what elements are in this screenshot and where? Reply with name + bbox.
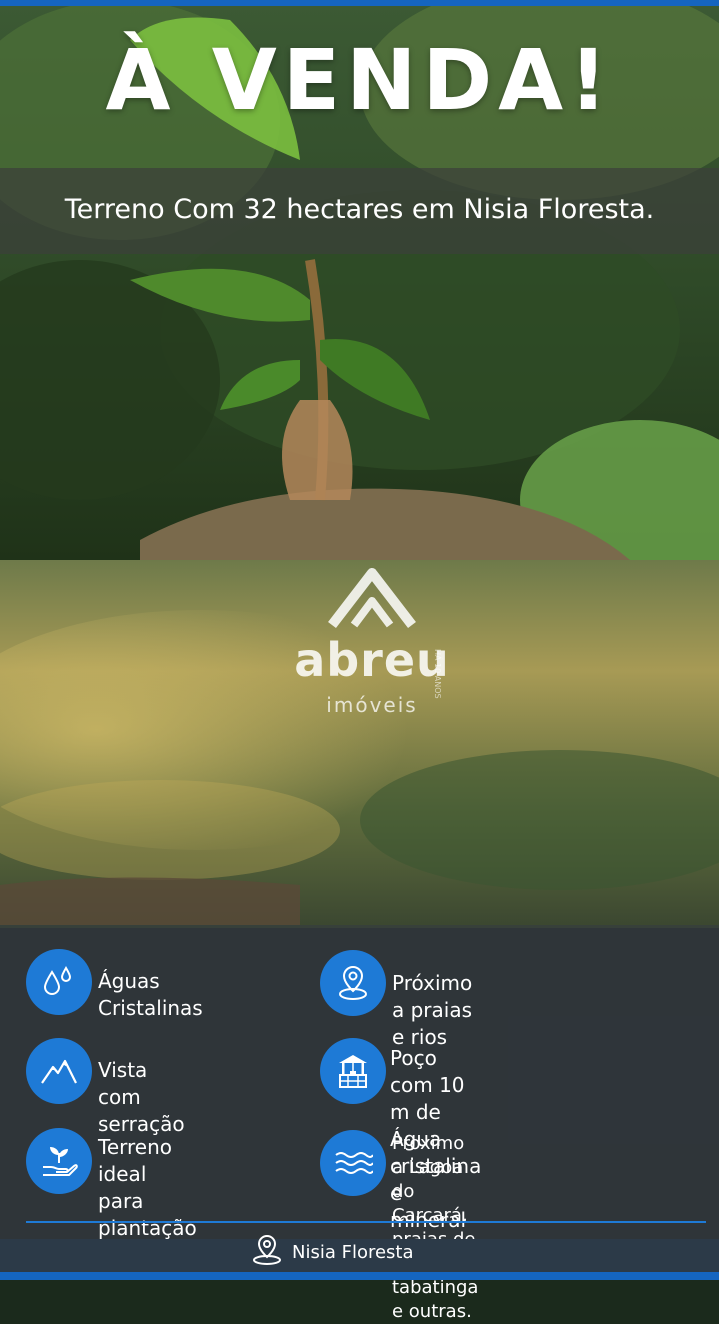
water-drops-icon [26, 949, 92, 1015]
water-well-icon [320, 1038, 386, 1104]
feature-text: Vista com serração [98, 1058, 185, 1136]
watermark-vertical-text: HÁ 10 ANOS [433, 649, 442, 699]
footer-location: Nisia Floresta [292, 1242, 414, 1263]
footer-divider [26, 1221, 706, 1223]
waves-icon [320, 1130, 386, 1196]
plant-hand-icon [26, 1128, 92, 1194]
bottom-accent-bar [0, 1272, 719, 1280]
feature-text: Águas Cristalinas [98, 969, 203, 1020]
feature-text: Terreno ideal para plantação [98, 1135, 197, 1240]
watermark-logo: abreu imóveis HÁ 10 ANOS [240, 565, 480, 725]
feature-text: Proximo a Lagoa do Carcará, praias de ba… [392, 1133, 479, 1322]
top-accent-bar [0, 0, 719, 6]
page-title: À VENDA! [105, 31, 614, 129]
subtitle: Terreno Com 32 hectares em Nisia Florest… [64, 194, 655, 225]
mountain-icon [26, 1038, 92, 1104]
house-roof-icon [328, 568, 416, 629]
map-pin-icon [320, 950, 386, 1016]
location-pin-icon [253, 1234, 281, 1265]
feature-text: Próximo a praias e rios [392, 971, 473, 1049]
